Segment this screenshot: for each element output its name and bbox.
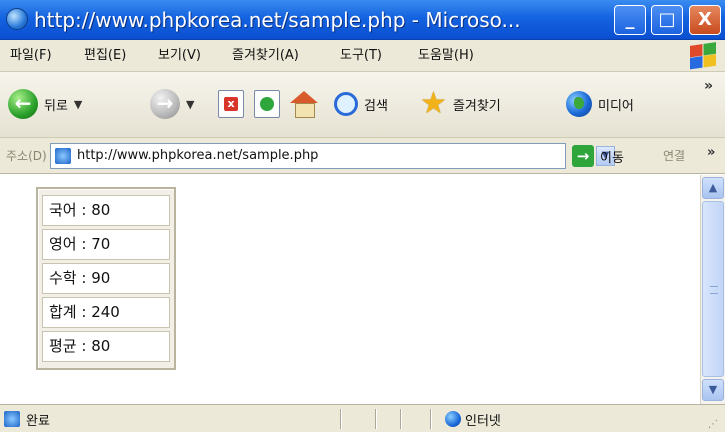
go-label: 이동 (600, 150, 624, 166)
menu-view[interactable]: 보기(V) (158, 46, 201, 66)
maximize-button[interactable]: □ (651, 5, 683, 35)
refresh-button[interactable] (254, 86, 280, 122)
vertical-scrollbar[interactable]: ▲ ▼ (700, 175, 725, 404)
menu-file[interactable]: 파일(F) (10, 46, 52, 66)
scroll-thumb[interactable] (702, 201, 724, 377)
media-label: 미디어 (598, 98, 634, 114)
score-table: 국어 : 80 영어 : 70 수학 : 90 합계 : 240 평균 : 80 (36, 187, 176, 370)
back-button[interactable]: ← 뒤로 ▼ (8, 86, 82, 122)
close-button[interactable]: X (689, 5, 721, 35)
status-divider (375, 409, 377, 429)
page-icon (55, 148, 71, 164)
forward-button[interactable]: → ▼ (150, 86, 194, 122)
score-row-korean: 국어 : 80 (42, 195, 170, 226)
ie-icon (6, 8, 28, 30)
minimize-button[interactable]: _ (614, 5, 646, 35)
back-arrow-icon: ← (8, 89, 38, 119)
address-url[interactable]: http://www.phpkorea.net/sample.php (77, 148, 318, 163)
back-dropdown-icon[interactable]: ▼ (74, 98, 82, 111)
menu-edit[interactable]: 편집(E) (84, 46, 126, 66)
address-input[interactable]: http://www.phpkorea.net/sample.php ▼ (50, 143, 615, 169)
forward-arrow-icon: → (150, 89, 180, 119)
home-button[interactable] (290, 86, 318, 122)
search-label: 검색 (364, 98, 388, 114)
standard-toolbar: ← 뒤로 ▼ → ▼ x 검색 ★ 즐겨찾기 미디어 » (0, 72, 725, 138)
status-divider (340, 409, 342, 429)
score-row-math: 수학 : 90 (42, 263, 170, 294)
status-divider (400, 409, 402, 429)
menu-tools[interactable]: 도구(T) (340, 46, 382, 66)
forward-dropdown-icon[interactable]: ▼ (186, 98, 194, 111)
window-title: http://www.phpkorea.net/sample.php - Mic… (34, 8, 521, 32)
menu-favorites[interactable]: 즐겨찾기(A) (232, 46, 299, 66)
scroll-down-icon[interactable]: ▼ (702, 379, 724, 401)
go-arrow-icon: → (572, 145, 594, 167)
status-page-icon (4, 411, 20, 427)
stop-button[interactable]: x (218, 86, 244, 122)
score-row-total: 합계 : 240 (42, 297, 170, 328)
address-label: 주소(D) (6, 149, 47, 163)
score-row-english: 영어 : 70 (42, 229, 170, 260)
status-bar: 완료 인터넷 ⋰ (0, 404, 725, 432)
title-bar[interactable]: http://www.phpkorea.net/sample.php - Mic… (0, 0, 725, 40)
search-button[interactable]: 검색 (334, 86, 388, 122)
toolbar-overflow-icon[interactable]: » (704, 78, 713, 94)
resize-grip-icon[interactable]: ⋰ (708, 419, 718, 430)
links-label[interactable]: 연결 (663, 147, 685, 164)
favorites-star-icon: ★ (420, 86, 447, 121)
media-icon (566, 91, 592, 117)
refresh-icon (254, 90, 280, 118)
favorites-button[interactable]: ★ 즐겨찾기 (420, 86, 501, 122)
menu-bar: 파일(F) 편집(E) 보기(V) 즐겨찾기(A) 도구(T) 도움말(H) (0, 40, 725, 72)
windows-logo-icon (690, 42, 716, 70)
links-overflow-icon[interactable]: » (707, 145, 715, 160)
search-icon (334, 92, 358, 116)
home-icon (290, 91, 318, 118)
status-text: 완료 (26, 414, 50, 429)
go-button[interactable]: → 이동 (572, 144, 624, 168)
page-content: 국어 : 80 영어 : 70 수학 : 90 합계 : 240 평균 : 80 (0, 175, 700, 404)
security-zone-text: 인터넷 (465, 414, 501, 429)
back-label: 뒤로 (44, 98, 68, 114)
favorites-label: 즐겨찾기 (452, 98, 501, 114)
address-bar: 주소(D) http://www.phpkorea.net/sample.php… (0, 138, 725, 174)
scroll-up-icon[interactable]: ▲ (702, 177, 724, 199)
internet-globe-icon (445, 411, 461, 427)
score-row-average: 평균 : 80 (42, 331, 170, 362)
status-divider (430, 409, 432, 429)
menu-help[interactable]: 도움말(H) (418, 46, 474, 66)
stop-icon: x (218, 90, 244, 118)
media-button[interactable]: 미디어 (566, 86, 634, 122)
